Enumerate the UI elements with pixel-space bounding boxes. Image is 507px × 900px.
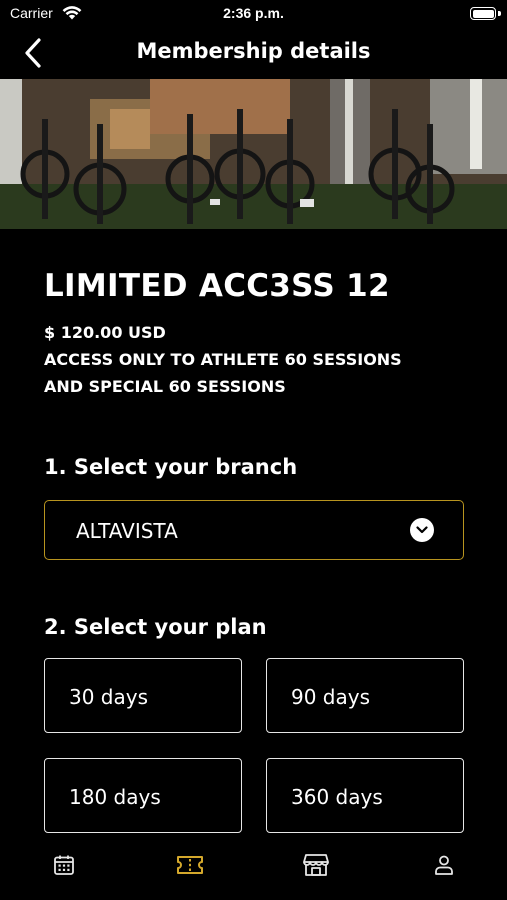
battery-icon (470, 7, 496, 20)
branch-section-title: 1. Select your branch (44, 455, 298, 479)
membership-description-line: ACCESS ONLY TO ATHLETE 60 SESSIONS (44, 350, 402, 369)
plan-option-90-days[interactable]: 90 days (266, 658, 464, 733)
membership-name: LIMITED ACC3SS 12 (44, 268, 390, 304)
battery-tip (498, 11, 501, 16)
hero-image (0, 79, 507, 229)
plan-option-180-days[interactable]: 180 days (44, 758, 242, 833)
membership-description-line: AND SPECIAL 60 SESSIONS (44, 377, 286, 396)
tab-profile[interactable] (429, 850, 459, 880)
membership-price: $ 120.00 USD (44, 323, 166, 342)
calendar-icon (54, 855, 74, 875)
plan-option-360-days[interactable]: 360 days (266, 758, 464, 833)
tab-memberships[interactable] (175, 850, 205, 880)
plan-option-label: 30 days (69, 685, 149, 709)
tab-calendar[interactable] (49, 850, 79, 880)
branch-select[interactable]: ALTAVISTA (44, 500, 464, 560)
plan-section-title: 2. Select your plan (44, 615, 267, 639)
nav-bar: Membership details (0, 28, 507, 78)
user-icon (435, 855, 453, 875)
plan-option-label: 180 days (69, 785, 161, 809)
gym-photo (0, 79, 507, 229)
status-bar: Carrier 2:36 p.m. (0, 0, 507, 28)
status-time: 2:36 p.m. (223, 5, 284, 21)
tab-store[interactable] (301, 850, 331, 880)
branch-selected-value: ALTAVISTA (76, 519, 178, 543)
plan-option-label: 360 days (291, 785, 383, 809)
chevron-down-circle-icon (410, 518, 434, 542)
store-icon (303, 854, 329, 876)
tab-bar (0, 834, 507, 900)
plan-option-30-days[interactable]: 30 days (44, 658, 242, 733)
page-title: Membership details (136, 39, 371, 63)
plan-option-label: 90 days (291, 685, 371, 709)
ticket-icon (177, 856, 203, 874)
